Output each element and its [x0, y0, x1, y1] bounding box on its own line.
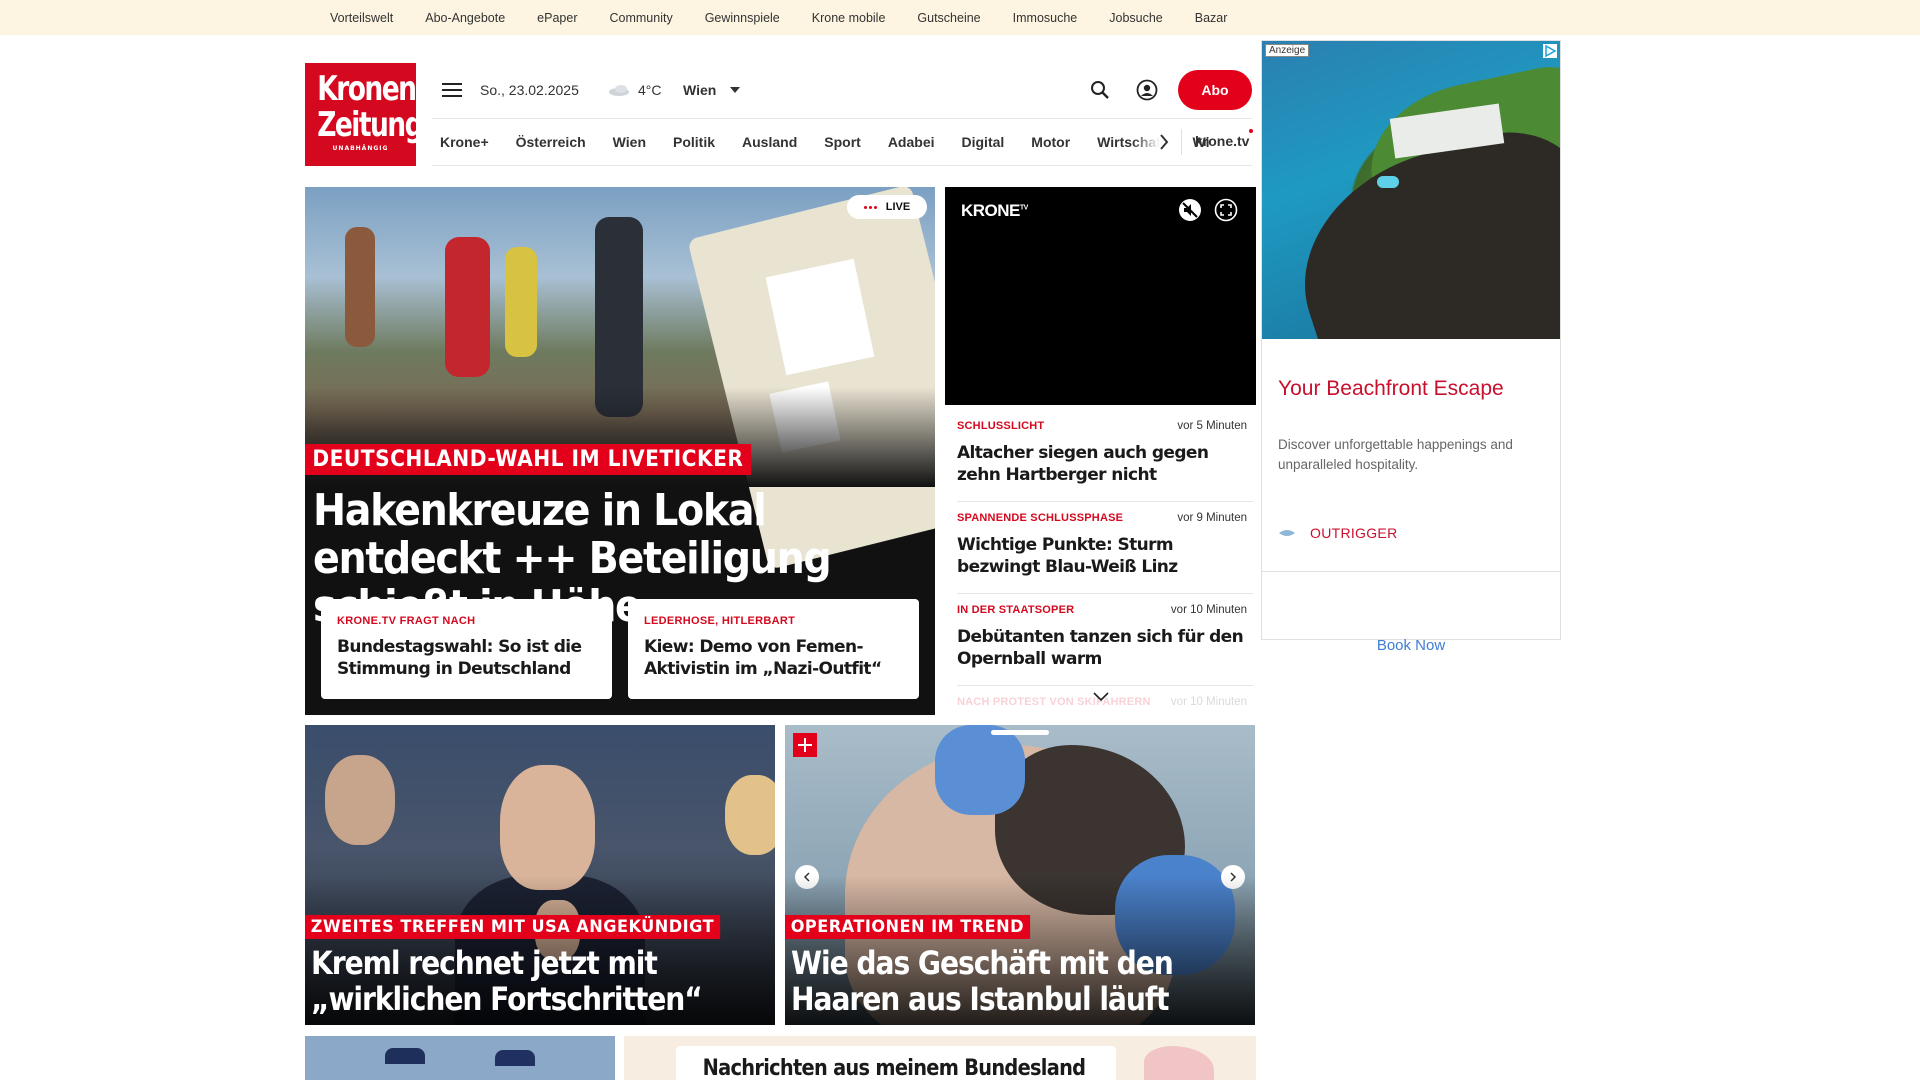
krone-tv-logo-sup: TV [1019, 204, 1028, 212]
hero-kicker: DEUTSCHLAND-WAHL IM LIVETICKER [305, 444, 751, 475]
subcard-kicker: LEDERHOSE, HITLERBART [644, 615, 796, 627]
ad-title[interactable]: Your Beachfront Escape [1278, 377, 1504, 401]
hero-story[interactable]: LIVE DEUTSCHLAND-WAHL IM LIVETICKER Hake… [305, 187, 935, 715]
ad-brand-name: OUTRIGGER [1310, 525, 1398, 541]
nav-item-wien[interactable]: Wien [613, 134, 646, 150]
nav-item-motor[interactable]: Motor [1031, 134, 1070, 150]
service-link-epaper[interactable]: ePaper [537, 11, 577, 25]
temperature: 4°C [638, 82, 662, 98]
search-icon[interactable] [1088, 78, 1112, 102]
menu-icon[interactable] [440, 78, 464, 102]
outrigger-logo-icon [1279, 530, 1295, 536]
ticker-time: vor 9 Minuten [1177, 512, 1247, 524]
logo-line-2: Zeitung [317, 105, 423, 145]
hero-subcard-1[interactable]: KRONE.TV FRAGT NACH Bundestagswahl: So i… [321, 599, 612, 699]
news-ticker: SCHLUSSLICHT vor 5 Minuten Altacher sieg… [945, 410, 1256, 710]
ad-brand[interactable]: OUTRIGGER [1278, 525, 1397, 541]
ad-label: Anzeige [1265, 44, 1310, 57]
ticker-title: Wichtige Punkte: Sturm bezwingt Blau-Wei… [957, 535, 1178, 577]
service-link-immosuche[interactable]: Immosuche [1013, 11, 1078, 25]
logo-tagline: UNABHÄNGIG [332, 145, 389, 152]
krone-tv-logo-text: KRONE [961, 201, 1020, 220]
logo-line-1: Kronen [317, 69, 417, 109]
current-date: So., 23.02.2025 [480, 82, 579, 98]
weather-widget[interactable]: 4°C [608, 82, 662, 98]
live-label: LIVE [885, 201, 911, 213]
subcard-title: Kiew: Demo von Femen-Aktivistin im „Nazi… [644, 637, 882, 679]
service-link-bazar[interactable]: Bazar [1195, 11, 1228, 25]
story-kicker: OPERATIONEN IM TREND [785, 915, 1030, 939]
nav-item-krone-tv[interactable]: krone.tv [1195, 133, 1249, 149]
story-kicker: ZWEITES TREFFEN MIT USA ANGEKÜNDIGT [305, 915, 720, 939]
nav-item-ausland[interactable]: Ausland [742, 134, 797, 150]
nav-item-krone-plus[interactable]: Krone+ [440, 134, 489, 150]
subcard-title: Bundestagswahl: So ist die Stimmung in D… [337, 637, 582, 679]
adchoices-icon[interactable] [1543, 44, 1557, 58]
account-icon[interactable] [1135, 78, 1159, 102]
chevron-right-icon[interactable] [1154, 132, 1174, 152]
service-link-community[interactable]: Community [609, 11, 672, 25]
service-link-abo-angebote[interactable]: Abo-Angebote [425, 11, 505, 25]
story-card[interactable]: ZWEITES TREFFEN MIT USA ANGEKÜNDIGT Krem… [305, 725, 775, 1025]
bundesland-widget[interactable]: Nachrichten aus meinem Bundesland [624, 1036, 1256, 1080]
ticker-time: vor 10 Minuten [1170, 696, 1247, 708]
header-row: So., 23.02.2025 4°C Wien Abo [440, 70, 1252, 110]
ticker-title: Altacher siegen auch gegen zehn Hartberg… [957, 443, 1209, 485]
ad-description: Discover unforgettable happenings and un… [1278, 437, 1513, 472]
nav-item-adabei[interactable]: Adabei [888, 134, 935, 150]
krone-tv-logo: KRONETV [961, 201, 1028, 221]
bundesland-title: Nachrichten aus meinem Bundesland [702, 1056, 1086, 1080]
site-logo[interactable]: Kronen Zeitung UNABHÄNGIG [305, 63, 424, 166]
service-link-gewinnspiele[interactable]: Gewinnspiele [705, 11, 780, 25]
service-bar: Vorteilswelt Abo-Angebote ePaper Communi… [0, 0, 1920, 35]
cloud-icon [609, 85, 629, 96]
main-nav: Krone+ Österreich Wien Politik Ausland S… [432, 118, 1253, 166]
subcard-kicker: KRONE.TV FRAGT NACH [337, 615, 476, 627]
ticker-item[interactable]: SPANNENDE SCHLUSSPHASE vor 9 Minuten Wic… [957, 502, 1253, 594]
city-label: Wien [683, 82, 717, 98]
hero-image [305, 187, 935, 570]
nav-item-oesterreich[interactable]: Österreich [516, 134, 586, 150]
nav-divider [1181, 129, 1182, 155]
nav-item-sport[interactable]: Sport [824, 134, 861, 150]
carousel-progress [991, 730, 1049, 735]
service-links: Vorteilswelt Abo-Angebote ePaper Communi… [330, 0, 1259, 35]
story-card-partial[interactable] [305, 1036, 615, 1080]
nav-items: Krone+ Österreich Wien Politik Ausland S… [440, 119, 1236, 165]
ticker-time: vor 5 Minuten [1177, 420, 1247, 432]
service-link-jobsuche[interactable]: Jobsuche [1109, 11, 1163, 25]
ad-image [1262, 41, 1560, 339]
ticker-time: vor 10 Minuten [1170, 604, 1247, 616]
story-headline[interactable]: Wie das Geschäft mit den Haaren aus Ista… [791, 945, 1213, 1017]
fullscreen-icon[interactable] [1213, 197, 1239, 223]
nav-item-digital[interactable]: Digital [962, 134, 1005, 150]
service-link-gutscheine[interactable]: Gutscheine [917, 11, 980, 25]
austria-map-icon [1144, 1046, 1214, 1080]
nav-item-politik[interactable]: Politik [673, 134, 715, 150]
story-headline[interactable]: Kreml rechnet jetzt mit „wirklichen Fort… [311, 945, 733, 1017]
chevron-down-icon[interactable] [1090, 688, 1112, 704]
ticker-title: Debütanten tanzen sich für den Opernball… [957, 627, 1244, 669]
abo-button[interactable]: Abo [1178, 70, 1252, 110]
ad-divider [1262, 571, 1560, 572]
caret-down-icon [730, 87, 741, 93]
service-link-vorteilswelt[interactable]: Vorteilswelt [330, 11, 393, 25]
hero-subcard-2[interactable]: LEDERHOSE, HITLERBART Kiew: Demo von Fem… [628, 599, 919, 699]
ticker-item[interactable]: IN DER STAATSOPER vor 10 Minuten Debütan… [957, 594, 1253, 686]
krone-plus-icon [793, 733, 817, 757]
city-select[interactable]: Wien [683, 82, 741, 98]
live-badge: LIVE [847, 195, 927, 219]
mute-icon[interactable] [1177, 197, 1203, 223]
story-card-carousel[interactable]: OPERATIONEN IM TREND Wie das Geschäft mi… [785, 725, 1255, 1025]
krone-tv-player[interactable]: KRONETV [945, 187, 1256, 405]
book-now-link[interactable]: Book Now [1262, 637, 1560, 654]
live-indicator-dot [1249, 129, 1253, 133]
advertisement[interactable]: Anzeige Your Beachfront Escape Discover … [1261, 40, 1561, 654]
live-dots-icon [863, 203, 878, 211]
service-link-krone-mobile[interactable]: Krone mobile [812, 11, 886, 25]
ticker-item[interactable]: SCHLUSSLICHT vor 5 Minuten Altacher sieg… [957, 410, 1253, 502]
